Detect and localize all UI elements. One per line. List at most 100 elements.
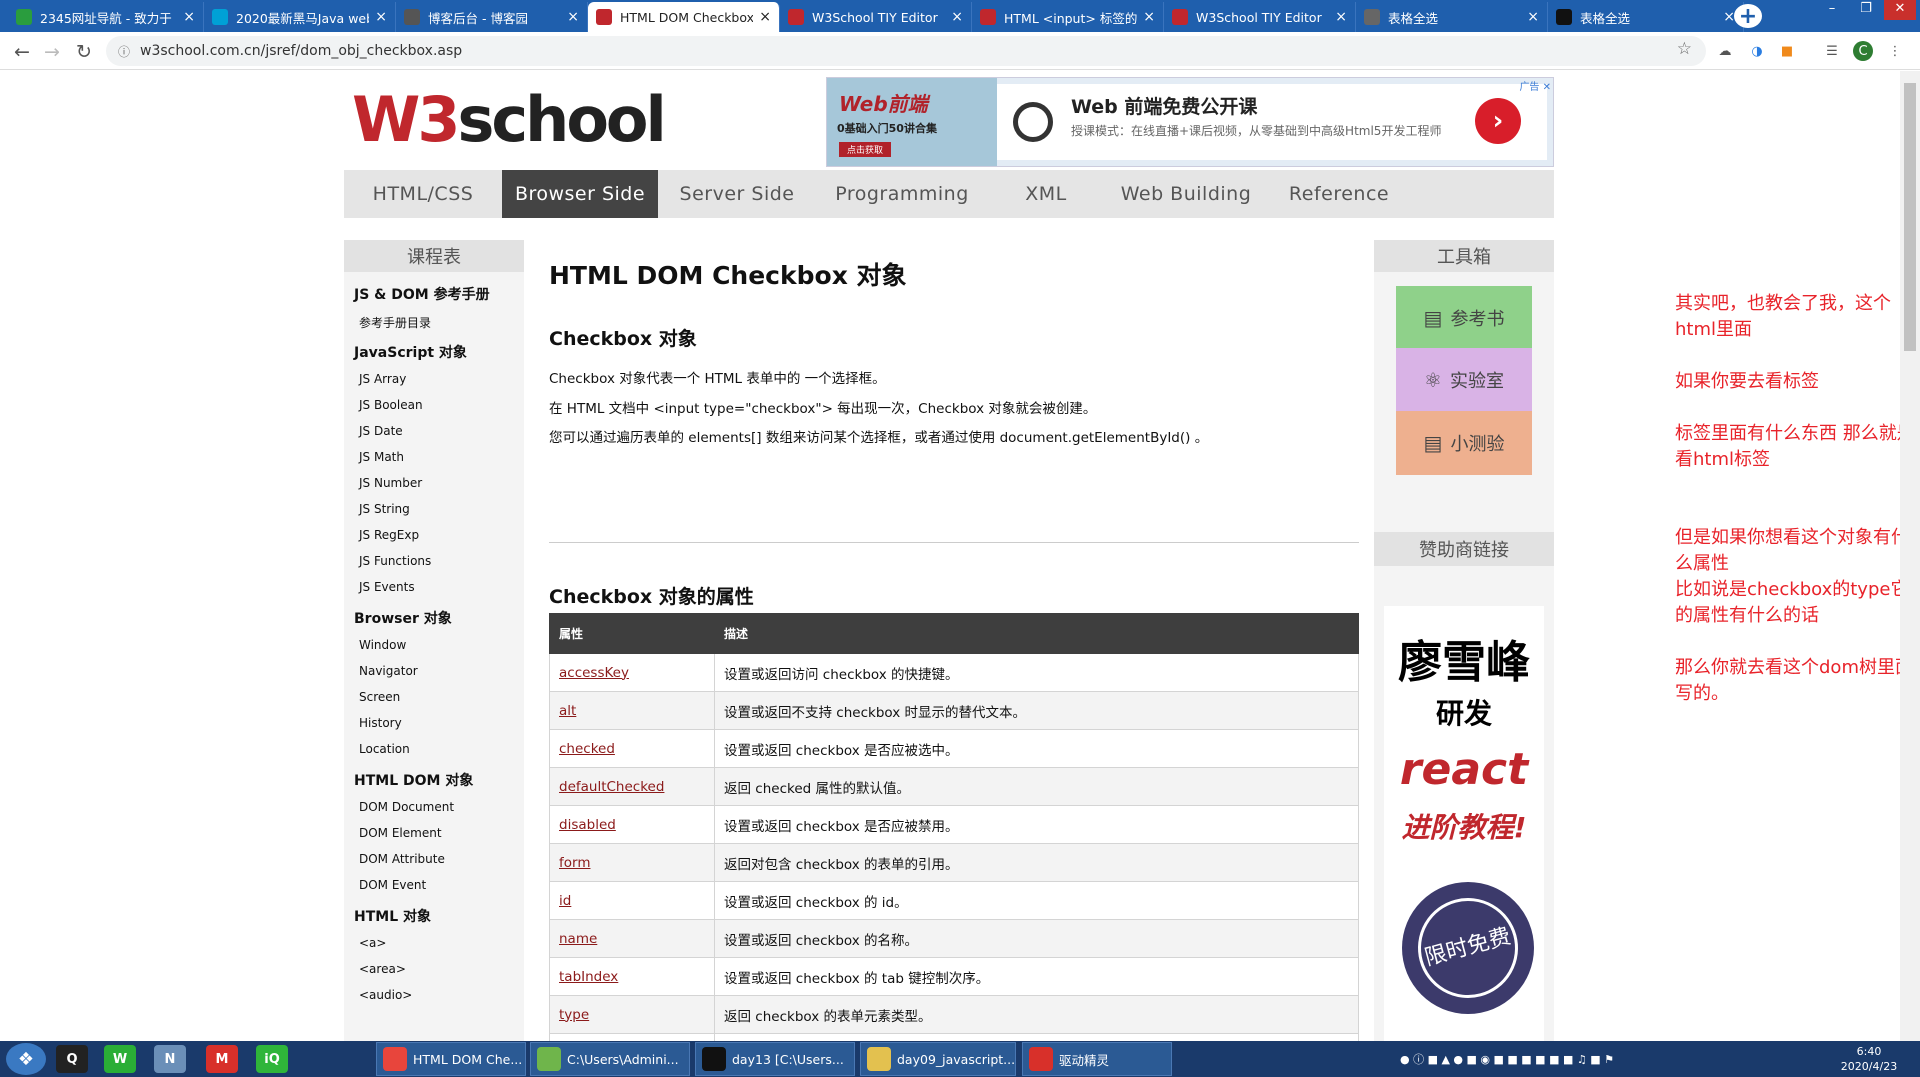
wechat-icon[interactable]: W <box>104 1045 136 1073</box>
scrollbar-thumb[interactable] <box>1904 83 1916 351</box>
sidebar-link[interactable]: JS Array <box>344 362 524 388</box>
browser-tab[interactable]: 表格全选 × <box>1356 2 1548 32</box>
sidebar-link[interactable]: History <box>344 706 524 732</box>
description-cell: 设置或返回 checkbox 的 value 属性的值 <box>714 1033 1359 1041</box>
sidebar-link[interactable]: <audio> <box>344 978 524 1004</box>
sidebar-link[interactable]: DOM Element <box>344 816 524 842</box>
sidebar-link[interactable]: JS Functions <box>344 544 524 570</box>
close-tab-icon[interactable]: × <box>759 9 771 25</box>
nav-item[interactable]: XML <box>988 170 1104 218</box>
browser-tab[interactable]: HTML <input> 标签的 × <box>972 2 1164 32</box>
extension-shield-icon[interactable]: ◑ <box>1747 41 1767 61</box>
browser-tab[interactable]: W3School TIY Editor × <box>1164 2 1356 32</box>
sidebar-link[interactable]: JS RegExp <box>344 518 524 544</box>
system-tray[interactable]: ● ⓘ ■ ▲ ● ■ ◉ ■ ■ ■ ■ ■ ■ ♫ ■ ⚑ <box>1400 1041 1840 1077</box>
taskbar-app-button[interactable]: 驱动精灵 <box>1022 1042 1172 1076</box>
sponsor-ad[interactable]: 廖雪峰 研发 react 进阶教程! 限时免费 <box>1384 606 1544 1041</box>
extension-cloud-icon[interactable]: ☁ <box>1715 41 1735 61</box>
note-line: 其实吧，也教会了我，这个html里面 <box>1675 293 1891 340</box>
property-link[interactable]: tabIndex <box>559 969 618 985</box>
sidebar-link[interactable]: Location <box>344 732 524 758</box>
property-link[interactable]: id <box>559 893 571 909</box>
nav-item[interactable]: Browser Side <box>502 170 658 218</box>
property-link[interactable]: alt <box>559 703 576 719</box>
ad-tag[interactable]: 广告 ✕ <box>1519 78 1551 93</box>
close-tab-icon[interactable]: × <box>1335 9 1347 25</box>
browser-tab[interactable]: 2020最新黑马Java web × <box>204 2 396 32</box>
nav-item[interactable]: Programming <box>816 170 988 218</box>
property-link[interactable]: disabled <box>559 817 616 833</box>
iqiyi-icon[interactable]: iQ <box>256 1045 288 1073</box>
app-icon <box>702 1047 726 1071</box>
extension-orange-icon[interactable]: ■ <box>1777 41 1797 61</box>
notepad-icon[interactable]: N <box>154 1045 186 1073</box>
sidebar-link[interactable]: 参考手册目录 <box>344 304 524 330</box>
property-link[interactable]: checked <box>559 741 615 757</box>
close-tab-icon[interactable]: × <box>567 9 579 25</box>
lab-button[interactable]: ⚛ 实验室 <box>1396 348 1532 412</box>
qq-icon[interactable]: Q <box>56 1045 88 1073</box>
minimize-button[interactable]: – <box>1816 0 1848 20</box>
sidebar-link[interactable]: DOM Attribute <box>344 842 524 868</box>
sidebar-link[interactable]: <a> <box>344 926 524 952</box>
taskbar-app-button[interactable]: HTML DOM Che... <box>376 1042 526 1076</box>
close-tab-icon[interactable]: × <box>1527 9 1539 25</box>
reading-list-icon[interactable]: ☰ <box>1822 41 1842 61</box>
profile-avatar[interactable]: C <box>1853 41 1873 61</box>
vertical-scrollbar[interactable] <box>1900 71 1920 1041</box>
close-tab-icon[interactable]: × <box>183 9 195 25</box>
netease-music-icon[interactable]: M <box>206 1045 238 1073</box>
sidebar-link[interactable]: JS Math <box>344 440 524 466</box>
ad-arrow-button[interactable]: › <box>1475 98 1521 144</box>
bookmark-star-icon[interactable]: ☆ <box>1677 39 1692 59</box>
sidebar-link[interactable]: DOM Event <box>344 868 524 894</box>
sidebar-link[interactable]: JS Number <box>344 466 524 492</box>
forward-icon[interactable]: → <box>40 40 64 64</box>
browser-tab[interactable]: HTML DOM Checkbox × <box>588 2 780 32</box>
nav-item[interactable]: Reference <box>1268 170 1410 218</box>
info-icon[interactable]: ⓘ <box>118 43 130 60</box>
sidebar-link[interactable]: DOM Document <box>344 790 524 816</box>
property-cell: checked <box>549 729 715 768</box>
url-field[interactable]: ⓘ w3school.com.cn/jsref/dom_obj_checkbox… <box>106 36 1706 66</box>
reload-icon[interactable]: ↻ <box>72 40 96 64</box>
property-link[interactable]: form <box>559 855 590 871</box>
w3school-logo[interactable]: W3school <box>352 89 667 151</box>
browser-tab[interactable]: W3School TIY Editor × <box>780 2 972 32</box>
taskbar-app-button[interactable]: day13 [C:\Users... <box>695 1042 855 1076</box>
nav-item[interactable]: HTML/CSS <box>344 170 502 218</box>
close-window-button[interactable]: ✕ <box>1884 0 1916 20</box>
banner-ad[interactable]: Web前端 0基础入门50讲合集 点击获取 Web 前端免费公开课 授课模式：在… <box>826 77 1554 167</box>
browser-tab[interactable]: 2345网址导航 - 致力于 × <box>8 2 204 32</box>
sidebar-link[interactable]: Navigator <box>344 654 524 680</box>
sidebar-link[interactable]: JS String <box>344 492 524 518</box>
menu-icon[interactable]: ⋮ <box>1885 41 1905 61</box>
sidebar-link[interactable]: JS Date <box>344 414 524 440</box>
sidebar-link[interactable]: JS Events <box>344 570 524 596</box>
sidebar-link[interactable]: Screen <box>344 680 524 706</box>
sidebar-link[interactable]: Window <box>344 628 524 654</box>
restore-button[interactable]: ❐ <box>1850 0 1882 20</box>
back-icon[interactable]: ← <box>10 40 34 64</box>
close-tab-icon[interactable]: × <box>375 9 387 25</box>
quiz-button[interactable]: ▤ 小测验 <box>1396 411 1532 475</box>
reference-book-button[interactable]: ▤ 参考书 <box>1396 286 1532 350</box>
nav-item[interactable]: Server Side <box>658 170 816 218</box>
new-tab-button[interactable]: + <box>1734 4 1762 29</box>
property-link[interactable]: type <box>559 1007 589 1023</box>
sidebar-link[interactable]: <area> <box>344 952 524 978</box>
tray-icons[interactable]: ● ⓘ ■ ▲ ● ■ ◉ ■ ■ ■ ■ ■ ■ ♫ ■ ⚑ <box>1400 1051 1614 1067</box>
taskbar-app-button[interactable]: day09_javascript... <box>860 1042 1016 1076</box>
browser-tab[interactable]: 表格全选 × <box>1548 2 1744 32</box>
taskbar-app-button[interactable]: C:\Users\Admini... <box>530 1042 690 1076</box>
close-tab-icon[interactable]: × <box>951 9 963 25</box>
property-link[interactable]: name <box>559 931 597 947</box>
system-clock[interactable]: 6:40 2020/4/23 <box>1822 1044 1916 1074</box>
browser-tab[interactable]: 博客后台 - 博客园 × <box>396 2 588 32</box>
nav-item[interactable]: Web Building <box>1104 170 1268 218</box>
property-link[interactable]: accessKey <box>559 665 629 681</box>
sidebar-link[interactable]: JS Boolean <box>344 388 524 414</box>
property-link[interactable]: defaultChecked <box>559 779 664 795</box>
close-tab-icon[interactable]: × <box>1143 9 1155 25</box>
start-button[interactable]: ❖ <box>6 1043 46 1075</box>
